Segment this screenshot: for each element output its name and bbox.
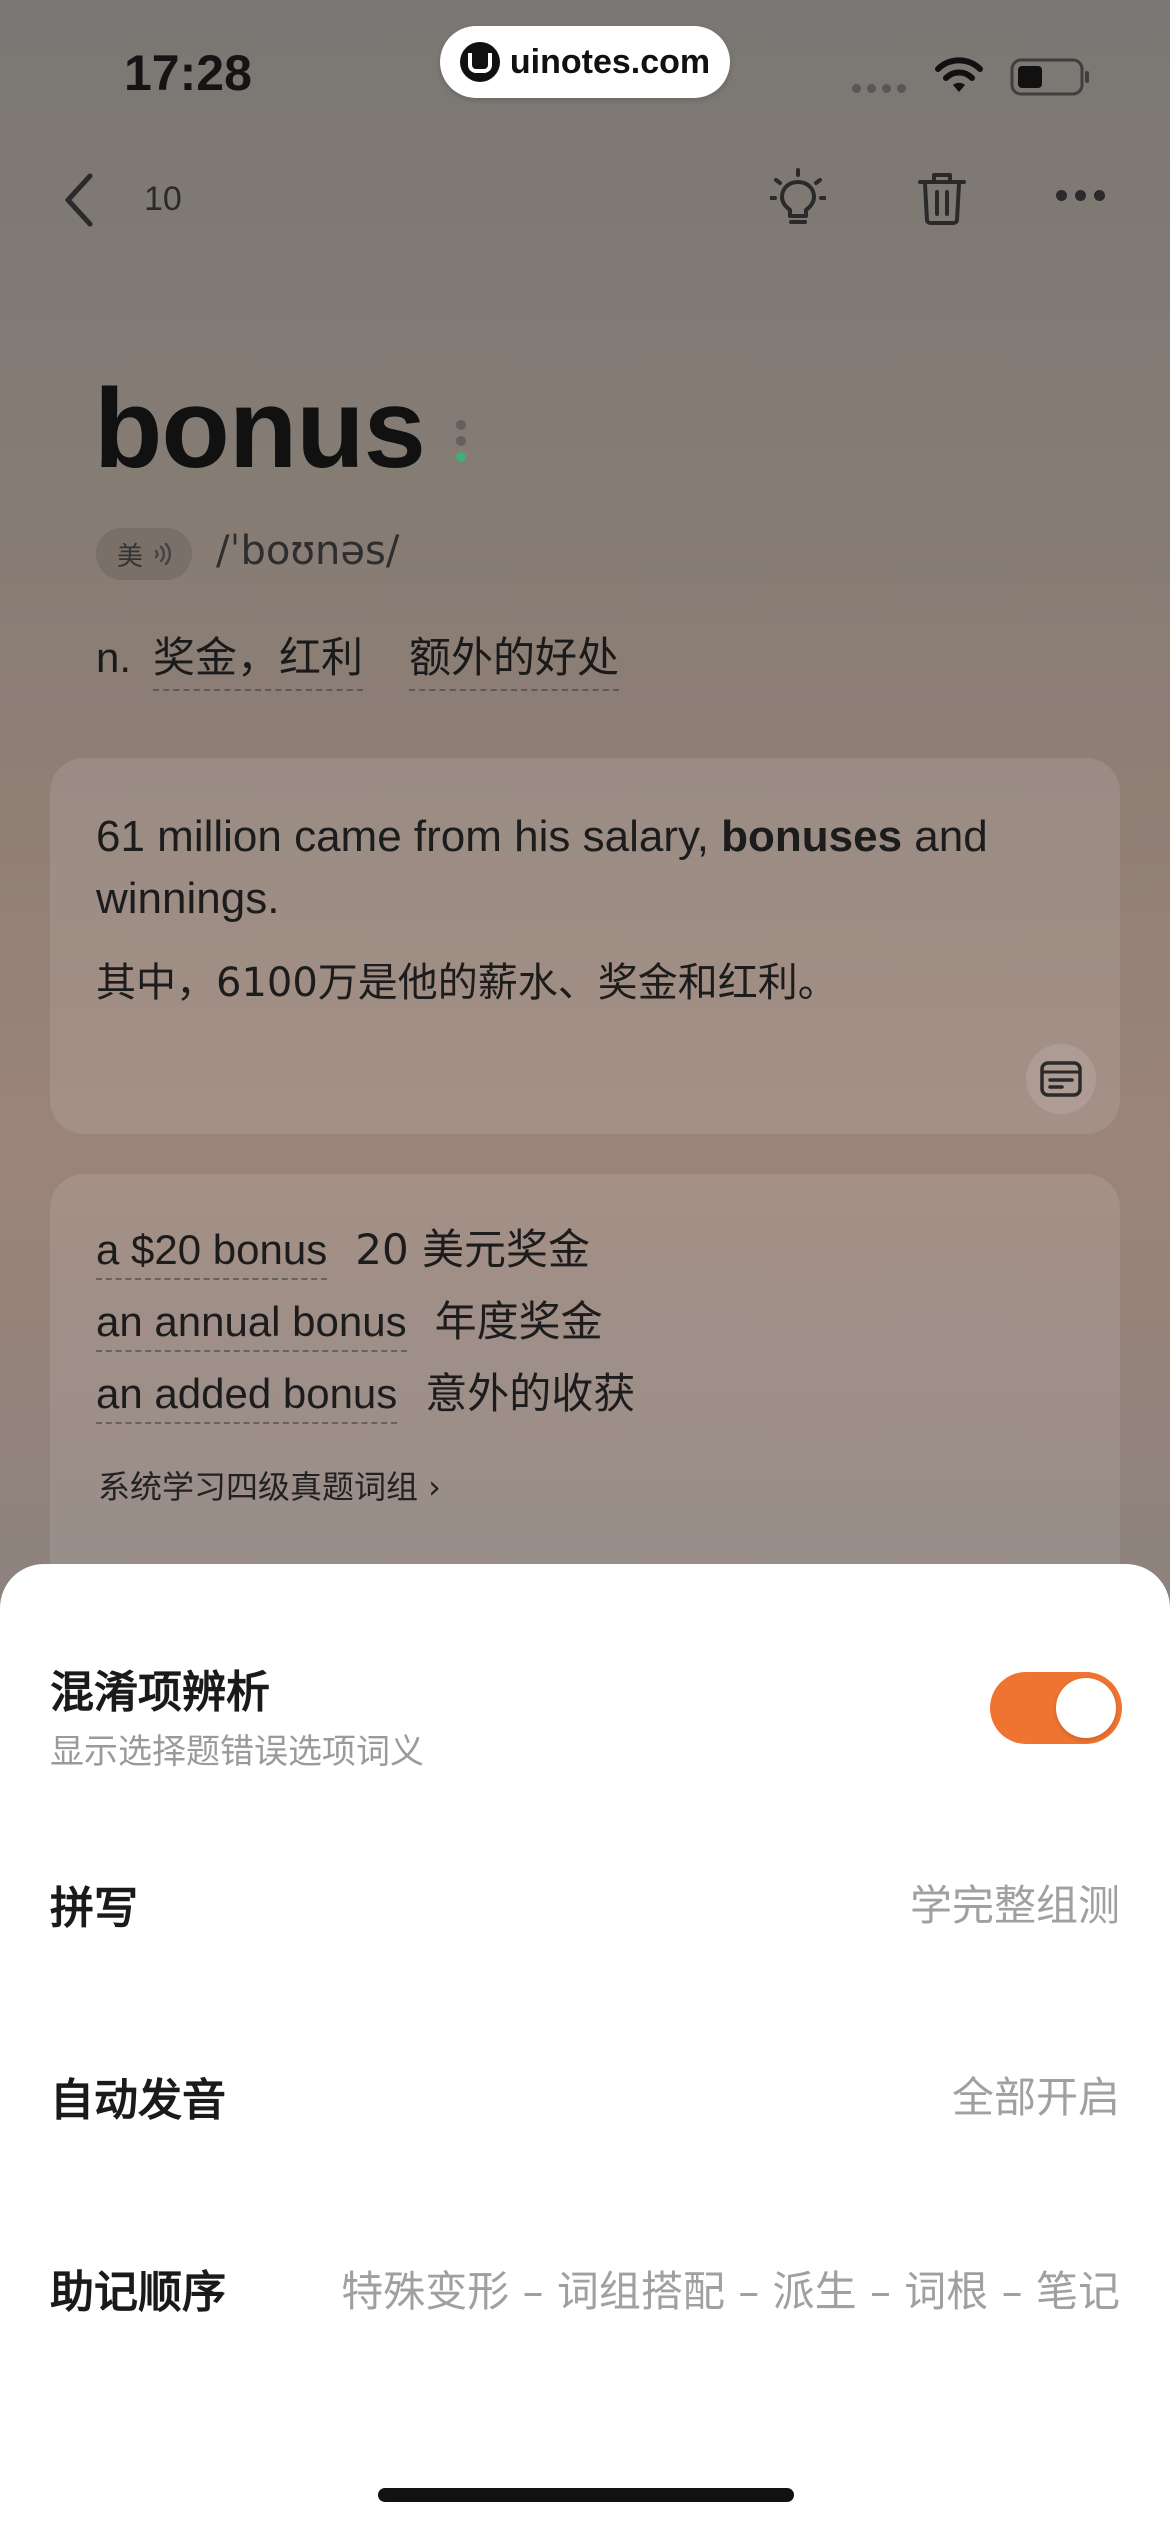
watermark-badge: uinotes.com [440, 26, 730, 98]
highlighted-word: bonuses [721, 812, 903, 861]
battery-icon [1010, 58, 1089, 96]
accent-label: 美 [116, 541, 143, 572]
phrase-en[interactable]: a $20 bonus [96, 1226, 328, 1280]
pronounce-button[interactable]: 美 [96, 528, 192, 580]
speaker-icon [154, 543, 171, 565]
phrase-item[interactable]: an annual bonus 年度奖金 [96, 1288, 603, 1352]
spelling-setting-title: 拼写 [50, 1883, 138, 1934]
phrase-en[interactable]: an added bonus [96, 1370, 398, 1424]
phrase-group-link[interactable]: 系统学习四级真题词组 › [98, 1462, 441, 1508]
confusion-setting-title: 混淆项辨析 [50, 1667, 270, 1718]
toggle-knob [1056, 1678, 1116, 1738]
more-icon[interactable] [1056, 190, 1105, 201]
phonetic-text: /ˈboʊnəs/ [216, 528, 400, 574]
phrase-zh: 年度奖金 [434, 1297, 603, 1346]
word-counter: 10 [144, 180, 182, 218]
headword: bonus [94, 366, 426, 491]
back-icon[interactable] [60, 170, 100, 230]
meaning[interactable]: 奖金，红利 [153, 624, 364, 691]
phrase-zh: 意外的收获 [425, 1369, 636, 1418]
mnemonic-setting-title: 助记顺序 [50, 2267, 226, 2318]
phrase-item[interactable]: an added bonus 意外的收获 [96, 1360, 635, 1424]
cellular-signal-icon [852, 84, 906, 93]
example-sentence-en: 61 million came from his salary, bonuses… [96, 812, 988, 923]
watermark-logo-icon [459, 42, 500, 82]
confusion-toggle[interactable] [990, 1672, 1122, 1744]
watermark-text: uinotes.com [509, 42, 711, 81]
auto-pronounce-setting-title: 自动发音 [50, 2075, 226, 2126]
familiarity-indicator [456, 420, 466, 462]
bulb-icon[interactable] [770, 168, 826, 228]
confusion-setting-subtitle: 显示选择题错误选项词义 [50, 1732, 424, 1772]
definition-row: n. 奖金，红利 额外的好处 [96, 624, 665, 691]
phrase-item[interactable]: a $20 bonus 20 美元奖金 [96, 1216, 590, 1280]
wifi-icon [935, 57, 983, 92]
phrase-en[interactable]: an annual bonus [96, 1298, 407, 1352]
subtitle-icon [1040, 1061, 1082, 1097]
status-time: 17:28 [124, 45, 252, 101]
part-of-speech: n. [96, 634, 132, 681]
auto-pronounce-setting-value[interactable]: 全部开启 [952, 2064, 1120, 2125]
home-indicator [378, 2488, 794, 2502]
trash-icon[interactable] [916, 170, 968, 226]
example-sentence-zh: 其中，6100万是他的薪水、奖金和红利。 [96, 960, 838, 1006]
meaning[interactable]: 额外的好处 [409, 624, 620, 691]
mnemonic-setting-value[interactable]: 特殊变形 – 词组搭配 – 派生 – 词根 – 笔记 [341, 2258, 1120, 2319]
subtitle-toggle-button[interactable] [1026, 1044, 1096, 1114]
spelling-setting-value[interactable]: 学完整组测 [910, 1872, 1120, 1933]
phrase-zh: 20 美元奖金 [355, 1225, 591, 1274]
